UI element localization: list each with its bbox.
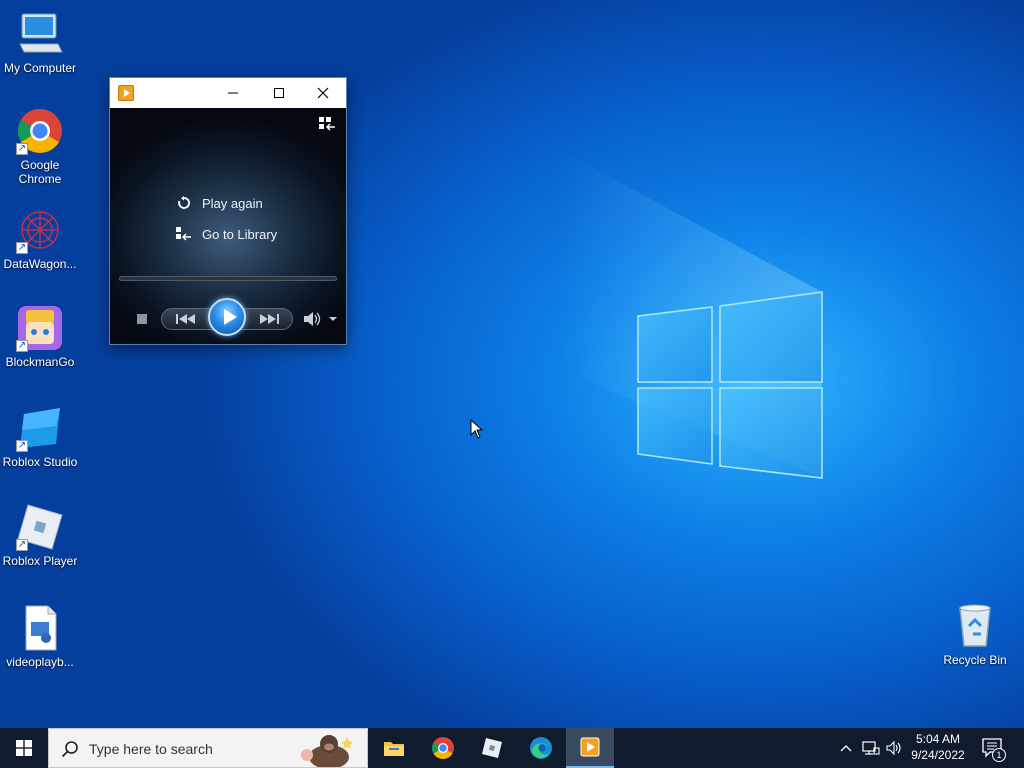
play-again-label: Play again: [202, 195, 263, 211]
blockmango-icon: ↗: [16, 304, 64, 352]
roblox-studio-icon: ↗: [16, 404, 64, 452]
maximize-icon: [274, 88, 284, 98]
shortcut-arrow-icon: ↗: [16, 242, 28, 254]
desktop-icon-blockmango[interactable]: ↗ BlockmanGo: [0, 304, 80, 369]
window-titlebar[interactable]: [110, 78, 346, 108]
datawagon-icon: ↗: [16, 206, 64, 254]
desktop-icon-label: Roblox Player: [2, 554, 78, 568]
taskbar-clock[interactable]: 5:04 AM 9/24/2022: [906, 731, 970, 763]
windows-wallpaper-logo: [560, 150, 823, 479]
taskbar-search-box[interactable]: Type here to search: [48, 728, 368, 768]
media-player-window[interactable]: Play again Go to Library: [109, 77, 347, 345]
taskbar-edge[interactable]: [517, 728, 565, 768]
desktop-icon-recycle-bin[interactable]: Recycle Bin: [935, 602, 1015, 667]
replay-icon: [176, 195, 192, 211]
desktop-icon-label: videoplayb...: [6, 655, 74, 669]
desktop-icon-label: Recycle Bin: [943, 653, 1007, 667]
recycle-bin-icon: [951, 602, 999, 650]
search-highlight-gorilla-icon[interactable]: [295, 731, 359, 767]
desktop-icon-google-chrome[interactable]: ↗ Google Chrome: [0, 107, 80, 186]
video-file-icon: [16, 604, 64, 652]
go-to-library-link[interactable]: Go to Library: [176, 225, 277, 243]
volume-button[interactable]: [303, 311, 321, 327]
close-button[interactable]: [300, 78, 346, 108]
clock-time: 5:04 AM: [915, 732, 961, 746]
desktop-icon-datawagon[interactable]: ↗ DataWagon...: [0, 206, 80, 271]
speaker-icon[interactable]: [886, 740, 902, 756]
file-explorer-icon: [384, 742, 404, 756]
desktop-icon-label: My Computer: [3, 61, 77, 75]
media-player-icon: [118, 85, 134, 101]
shortcut-arrow-icon: ↗: [16, 143, 28, 155]
desktop-icon-roblox-player[interactable]: ↗ Roblox Player: [0, 503, 80, 568]
edge-icon: [530, 737, 552, 759]
go-to-library-label: Go to Library: [202, 226, 278, 242]
taskbar-file-explorer[interactable]: [370, 728, 418, 768]
minimize-icon: [228, 92, 238, 94]
stop-button[interactable]: [137, 314, 147, 324]
next-button[interactable]: [255, 311, 285, 327]
computer-icon: [16, 10, 64, 58]
chrome-icon: [432, 737, 454, 759]
play-again-link[interactable]: Play again: [176, 194, 263, 212]
play-button[interactable]: [208, 298, 246, 336]
close-icon: [317, 87, 329, 99]
taskbar-chrome[interactable]: [419, 728, 467, 768]
desktop-icon-label: Roblox Studio: [2, 455, 78, 469]
chrome-icon: ↗: [16, 107, 64, 155]
desktop-icon-label: BlockmanGo: [5, 355, 75, 369]
library-icon: [176, 226, 192, 242]
windows-start-icon: [16, 740, 32, 756]
desktop-icon-videoplayback[interactable]: videoplayb...: [0, 604, 80, 669]
network-icon[interactable]: [862, 740, 880, 756]
maximize-button[interactable]: [256, 78, 302, 108]
volume-dropdown-arrow[interactable]: [329, 317, 337, 321]
desktop-icon-roblox-studio[interactable]: ↗ Roblox Studio: [0, 404, 80, 469]
shortcut-arrow-icon: ↗: [16, 539, 28, 551]
video-area[interactable]: Play again Go to Library: [110, 108, 346, 344]
show-hidden-icons-chevron-up-icon[interactable]: [838, 740, 854, 756]
switch-to-library-icon[interactable]: [318, 116, 336, 132]
shortcut-arrow-icon: ↗: [16, 440, 28, 452]
taskbar-media-player[interactable]: [566, 728, 614, 768]
previous-button[interactable]: [170, 311, 200, 327]
playback-controls: [110, 290, 346, 340]
taskbar-roblox[interactable]: [468, 728, 516, 768]
roblox-icon: [482, 738, 502, 758]
search-placeholder: Type here to search: [89, 741, 213, 757]
roblox-player-icon: ↗: [16, 503, 64, 551]
search-icon: [61, 741, 78, 758]
mouse-cursor-icon: [470, 419, 484, 439]
desktop-icon-my-computer[interactable]: My Computer: [0, 10, 80, 75]
minimize-button[interactable]: [210, 78, 256, 108]
media-player-icon: [580, 737, 600, 757]
shortcut-arrow-icon: ↗: [16, 340, 28, 352]
desktop-icon-label: DataWagon...: [3, 257, 77, 271]
desktop-icon-label: Google Chrome: [18, 158, 62, 186]
seek-bar[interactable]: [119, 276, 337, 281]
taskbar: Type here to search 5:04 AM 9/24/2022 1: [0, 728, 1024, 768]
clock-date: 9/24/2022: [911, 748, 965, 762]
start-button[interactable]: [0, 728, 48, 768]
notification-count-badge: 1: [992, 748, 1006, 762]
